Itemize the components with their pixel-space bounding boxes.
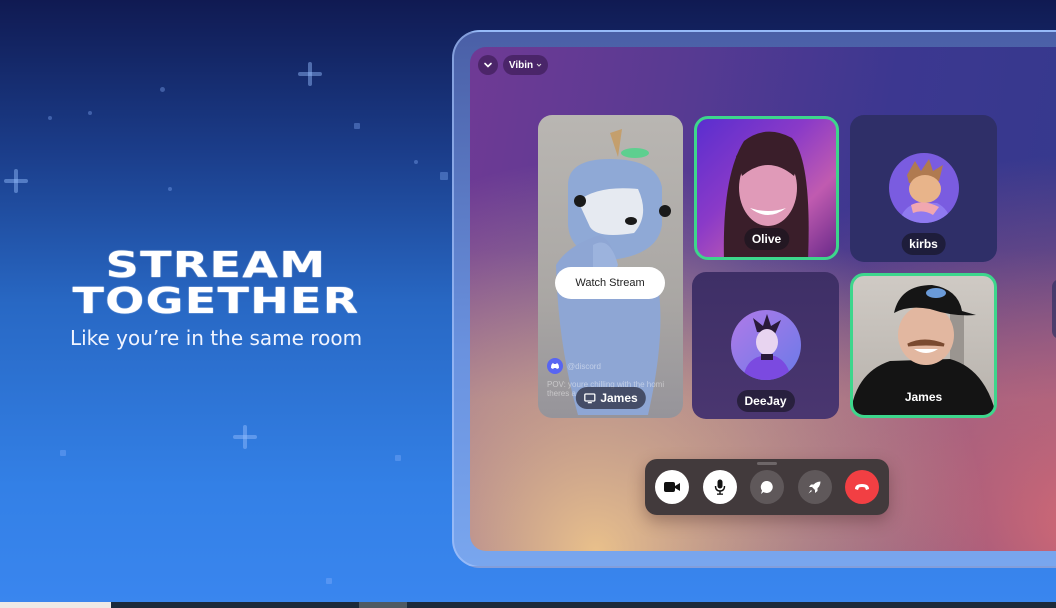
voice-call-screen: Vibin Watch Stream @discord POV: youre c… xyxy=(470,47,1056,551)
chevron-down-icon xyxy=(484,62,492,68)
participant-tile-deejay[interactable]: DeeJay xyxy=(692,272,839,419)
hero-title-line2: TOGETHER xyxy=(72,281,360,322)
chat-button[interactable] xyxy=(750,470,784,504)
control-bar-drag-handle[interactable] xyxy=(757,462,777,465)
participant-avatar-kirbs xyxy=(888,153,959,223)
taskbar-app-window[interactable] xyxy=(0,602,111,608)
sparkle-icon xyxy=(3,168,29,194)
participant-name: kirbs xyxy=(909,237,938,251)
sparkle-dot xyxy=(60,450,66,456)
sparkle-dot xyxy=(168,187,172,191)
participant-name: James xyxy=(904,390,943,404)
channel-name: Vibin xyxy=(508,59,534,71)
sparkle-dot xyxy=(160,87,165,92)
hero-subtitle: Like you’re in the same room xyxy=(69,326,363,350)
camera-button[interactable] xyxy=(655,470,689,504)
collapse-button[interactable] xyxy=(478,55,498,75)
participant-name-tag: DeeJay xyxy=(736,390,795,412)
screen-share-icon xyxy=(583,392,595,403)
streamer-name-tag: James xyxy=(575,387,646,409)
video-camera-icon xyxy=(664,482,680,492)
participant-name: Olive xyxy=(751,232,782,246)
channel-selector[interactable]: Vibin xyxy=(503,55,548,75)
partial-tile-edge xyxy=(1052,279,1056,339)
sparkle-dot xyxy=(326,578,332,584)
chat-bubble-icon xyxy=(760,480,773,494)
sparkle-dot xyxy=(395,455,401,461)
participant-tile-james[interactable]: James xyxy=(850,273,997,418)
microphone-icon xyxy=(714,479,725,495)
chevron-down-icon xyxy=(536,63,542,67)
participant-name-tag: James xyxy=(897,386,950,408)
hero-section: STREAM TOGETHER Like you’re in the same … xyxy=(40,248,392,351)
stream-overlay-handle: @discord xyxy=(567,361,601,371)
call-control-bar xyxy=(645,459,889,515)
sparkle-dot xyxy=(414,160,418,164)
disconnect-button[interactable] xyxy=(845,470,879,504)
stream-tile[interactable]: Watch Stream @discord POV: youre chillin… xyxy=(538,115,683,418)
rocket-icon xyxy=(808,481,821,493)
taskbar xyxy=(0,602,1056,608)
sparkle-icon xyxy=(232,424,258,450)
participant-tile-olive[interactable]: Olive xyxy=(694,116,839,260)
hang-up-icon xyxy=(855,484,869,490)
participant-name: DeeJay xyxy=(744,394,787,408)
device-frame: Vibin Watch Stream @discord POV: youre c… xyxy=(452,30,1056,568)
sparkle-dot xyxy=(48,116,52,120)
streamer-name: James xyxy=(600,391,638,405)
hero-title-line1: STREAM xyxy=(105,245,327,286)
participant-avatar-deejay xyxy=(730,310,801,380)
participant-name-tag: Olive xyxy=(743,228,790,250)
sparkle-icon xyxy=(297,61,323,87)
sparkle-dot xyxy=(440,172,448,180)
watch-stream-button[interactable]: Watch Stream xyxy=(555,267,665,299)
taskbar-app-item[interactable] xyxy=(359,602,407,608)
participant-name-tag: kirbs xyxy=(901,233,946,255)
microphone-button[interactable] xyxy=(702,470,737,504)
participant-tile-kirbs[interactable]: kirbs xyxy=(850,115,997,262)
activities-button[interactable] xyxy=(797,470,832,504)
discord-logo-icon xyxy=(547,358,563,374)
sparkle-dot xyxy=(354,123,360,129)
sparkle-dot xyxy=(88,111,92,115)
